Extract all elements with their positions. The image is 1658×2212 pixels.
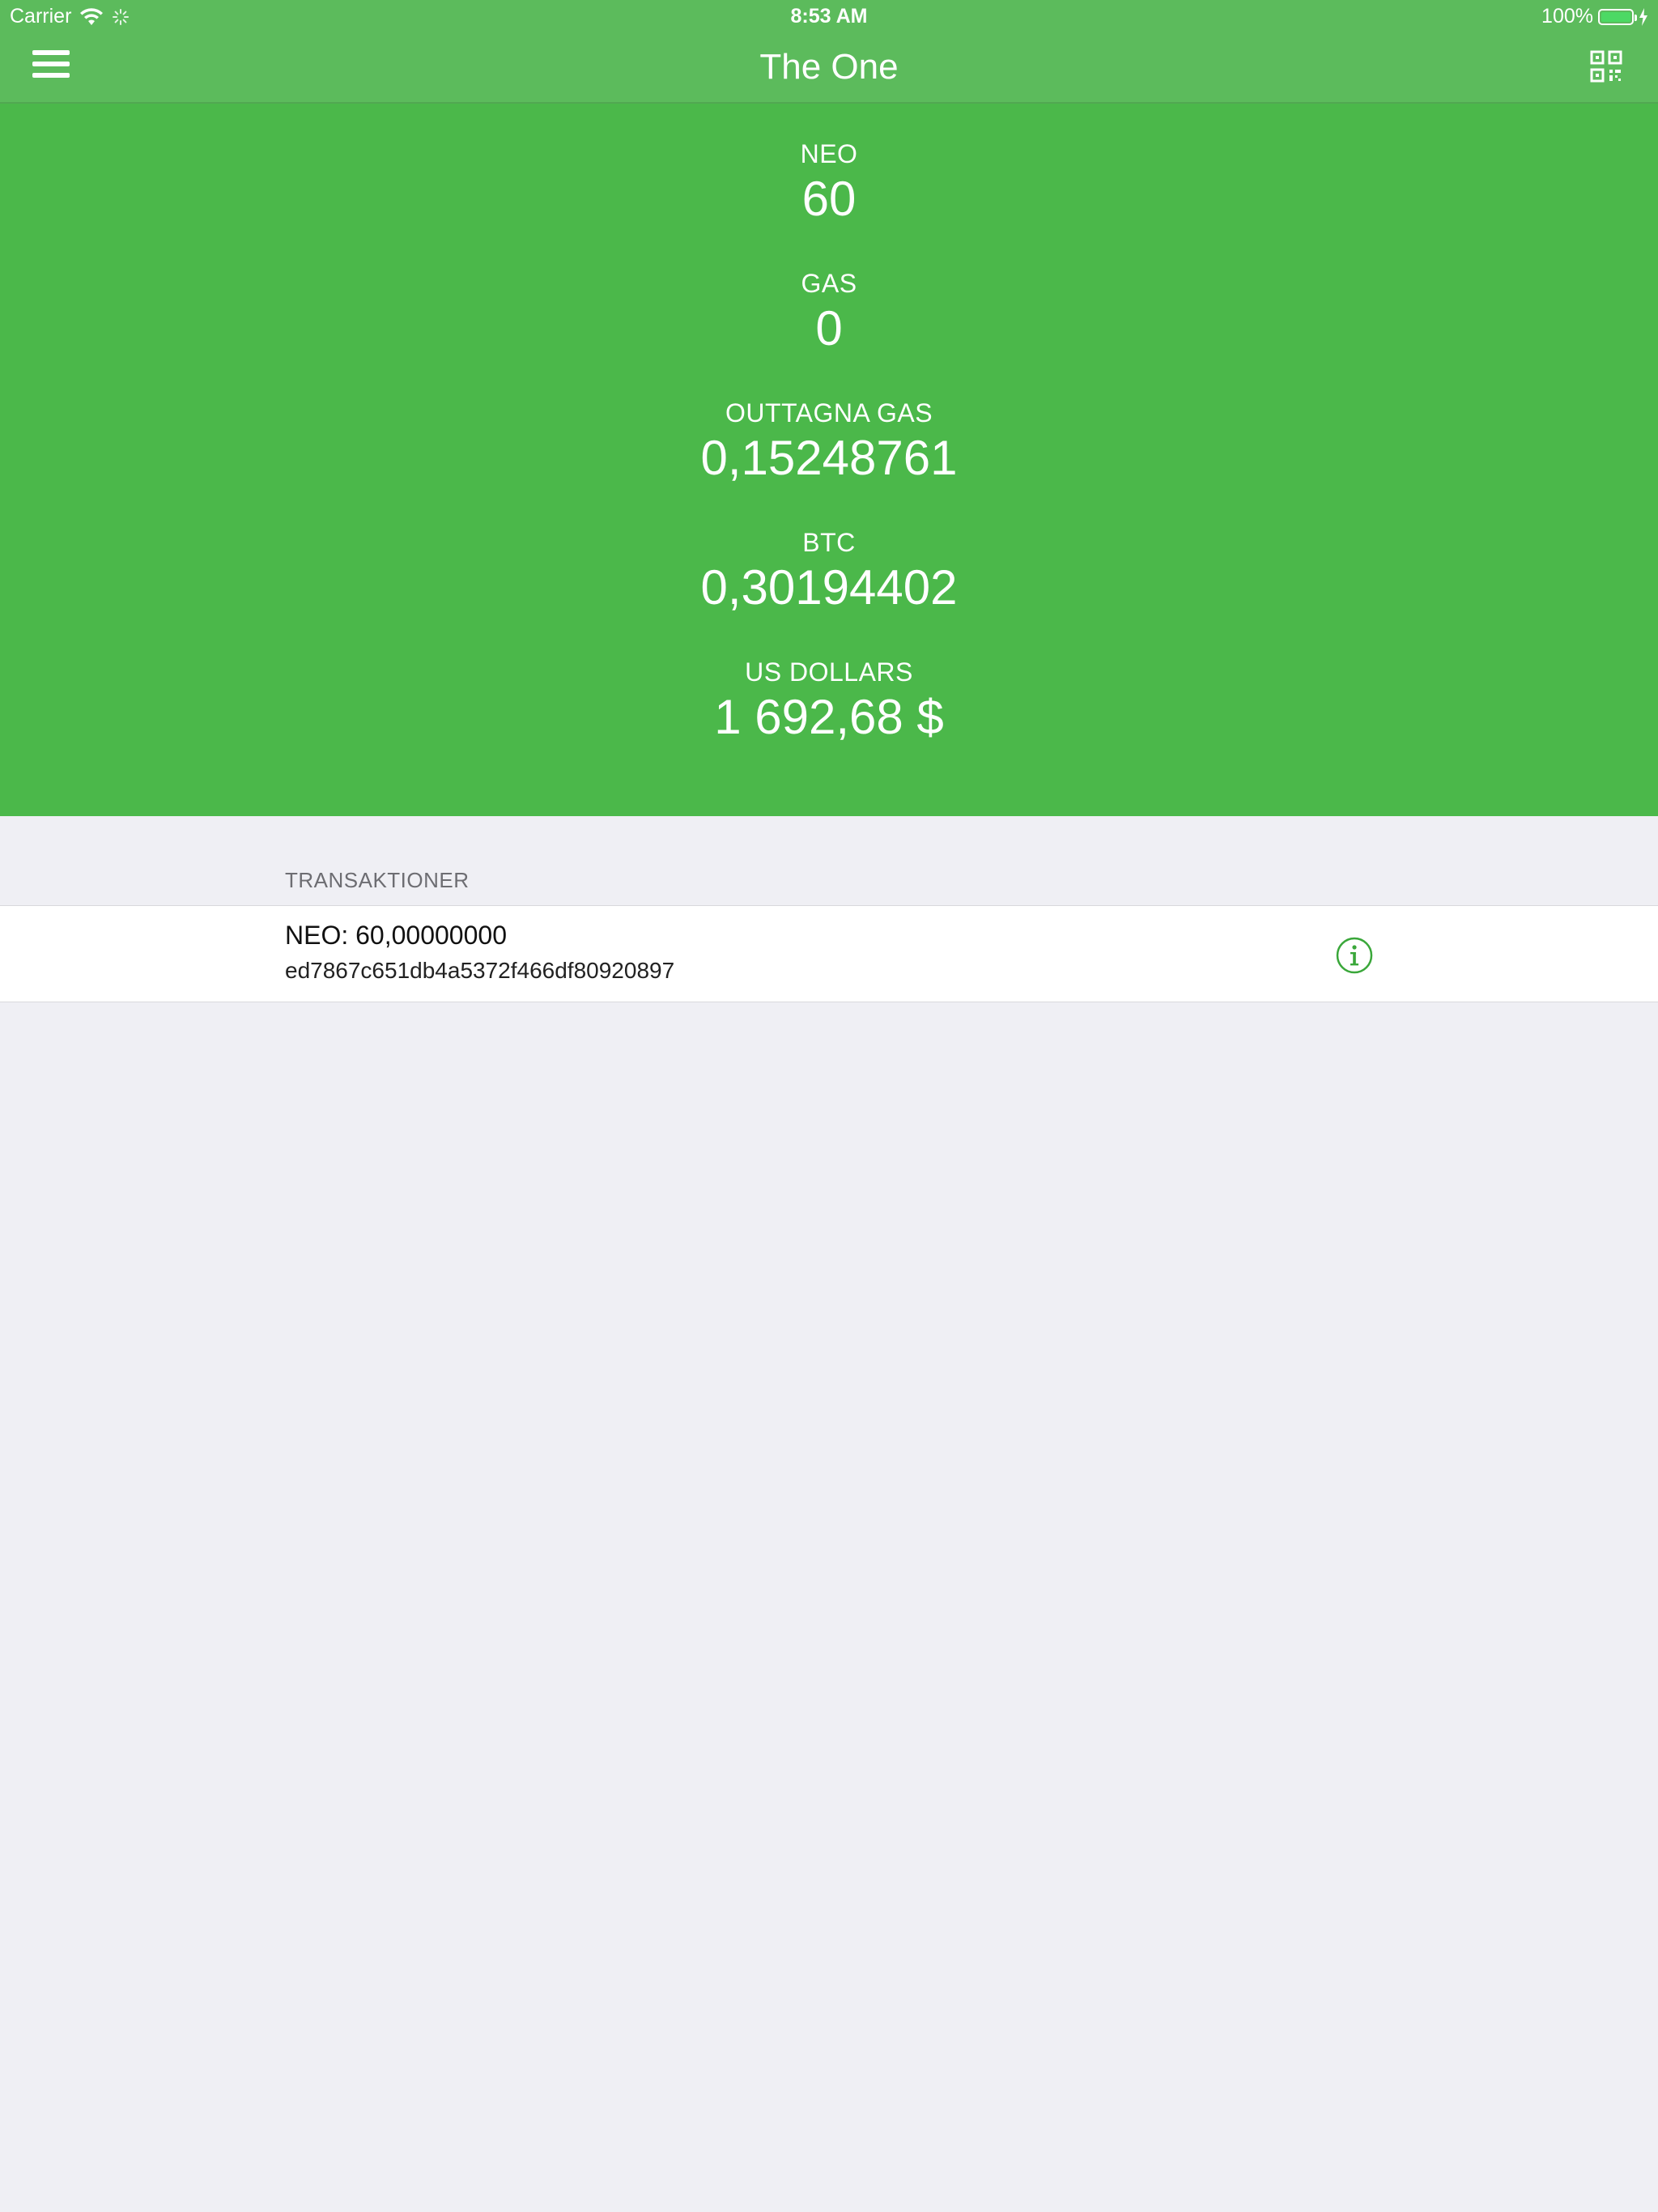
nav-bar: The One [0,32,1658,135]
balance-neo: NEO 60 [0,138,1658,228]
balance-usd: US DOLLARS 1 692,68 $ [0,656,1658,747]
balance-label: BTC [802,528,856,557]
balance-value: 1 692,68 $ [714,690,944,744]
balance-value: 0 [815,301,843,355]
balance-value: 0,15248761 [700,431,958,485]
balance-panel: NEO 60 GAS 0 OUTTAGNA GAS 0,15248761 BTC… [0,104,1658,816]
page-title: The One [759,47,899,87]
balance-label: US DOLLARS [745,657,913,687]
charging-bolt-icon [1639,7,1647,26]
transactions-list: NEO: 60,00000000 ed7867c651db4a5372f466d… [0,905,1658,1002]
balance-value: 0,30194402 [700,560,958,615]
status-time: 8:53 AM [790,5,868,28]
balance-label: GAS [801,269,857,298]
battery-icon [1598,8,1637,25]
balance-label: OUTTAGNA GAS [725,398,933,428]
transaction-row[interactable]: NEO: 60,00000000 ed7867c651db4a5372f466d… [0,906,1658,1002]
battery-cap [1635,14,1637,21]
balance-unclaimed-gas: OUTTAGNA GAS 0,15248761 [0,397,1658,487]
balance-btc: BTC 0,30194402 [0,526,1658,617]
transactions-header: TRANSAKTIONER [285,868,470,892]
transaction-title: NEO: 60,00000000 [285,921,507,950]
info-icon[interactable] [1336,937,1373,974]
balance-value: 60 [801,172,857,226]
battery-fill [1601,11,1630,22]
status-bar: Carrier 8:53 AM 100% [0,0,1658,32]
transaction-hash: ed7867c651db4a5372f466df80920897 [285,958,675,983]
balance-gas: GAS 0 [0,267,1658,358]
status-right: 100% [1541,5,1648,28]
qr-code-icon[interactable] [1590,50,1622,83]
balance-label: NEO [800,139,858,168]
battery-percent: 100% [1541,5,1593,28]
